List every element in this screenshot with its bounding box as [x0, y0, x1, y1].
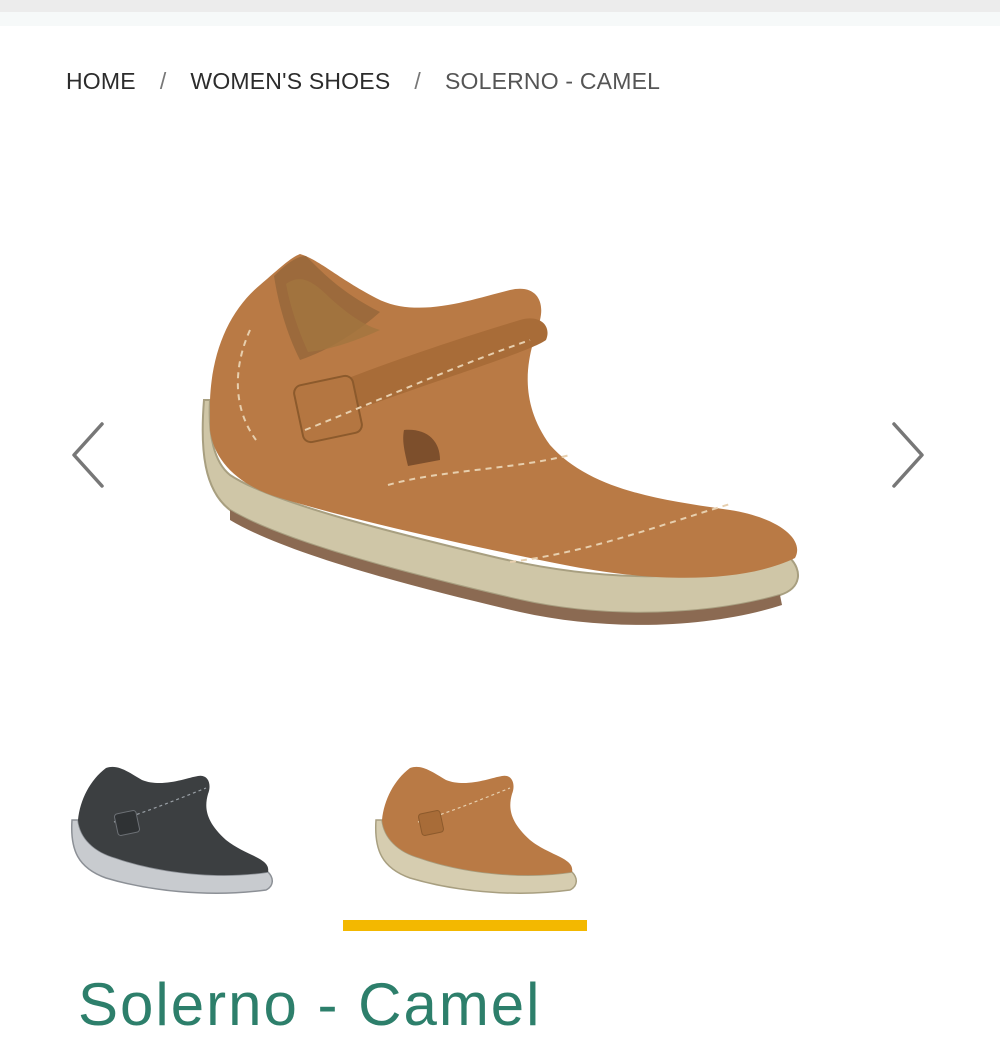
chevron-right-icon[interactable]: [888, 420, 928, 490]
browser-top-bar: [0, 0, 1000, 12]
breadcrumb-separator: /: [159, 67, 167, 94]
product-title: Solerno - Camel: [78, 971, 542, 1038]
breadcrumb: HOME / WOMEN'S SHOES / SOLERNO - CAMEL: [66, 66, 660, 96]
chevron-left-icon[interactable]: [68, 420, 108, 490]
main-product-image: [201, 254, 799, 625]
thumbnail-black[interactable]: [66, 760, 276, 900]
breadcrumb-separator: /: [414, 67, 421, 94]
breadcrumb-current-page: SOLERNO - CAMEL: [444, 67, 661, 94]
breadcrumb-home-link[interactable]: HOME: [66, 68, 136, 95]
breadcrumb-womens-shoes-link[interactable]: WOMEN'S SHOES: [190, 68, 390, 95]
header-divider: [0, 12, 1000, 26]
selected-thumbnail-indicator: [343, 920, 587, 931]
thumbnail-camel[interactable]: [370, 760, 580, 900]
